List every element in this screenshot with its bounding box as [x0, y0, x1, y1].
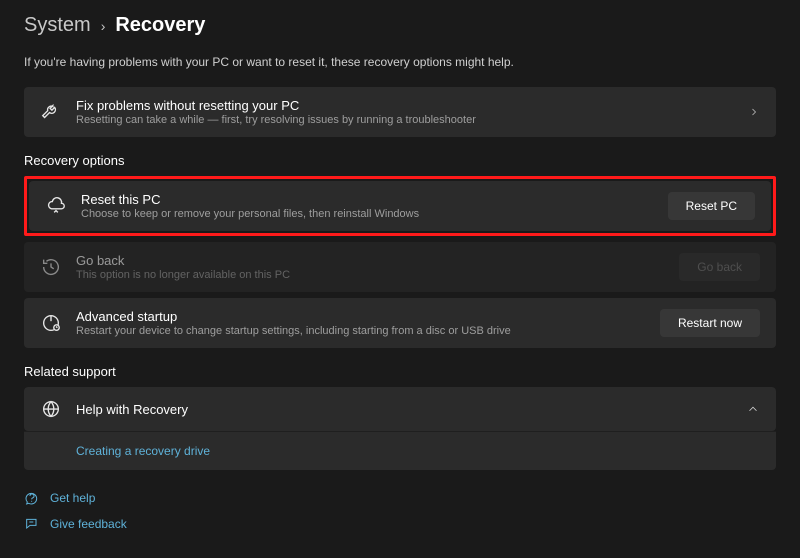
advanced-startup-title: Advanced startup	[76, 309, 660, 324]
help-icon	[24, 490, 40, 506]
breadcrumb-parent[interactable]: System	[24, 14, 91, 37]
intro-text: If you're having problems with your PC o…	[24, 55, 776, 69]
advanced-startup-sub: Restart your device to change startup se…	[76, 325, 660, 337]
feedback-icon	[24, 516, 40, 532]
advanced-startup-card: Advanced startup Restart your device to …	[24, 298, 776, 348]
get-help-link[interactable]: Get help	[24, 490, 776, 506]
fix-problems-card[interactable]: Fix problems without resetting your PC R…	[24, 87, 776, 137]
chevron-right-icon	[748, 106, 760, 118]
page-title: Recovery	[115, 14, 205, 37]
go-back-title: Go back	[76, 253, 679, 268]
reset-pc-button[interactable]: Reset PC	[668, 192, 755, 220]
help-recovery-expanded: Creating a recovery drive	[24, 431, 776, 470]
creating-recovery-drive-link[interactable]: Creating a recovery drive	[76, 444, 210, 458]
breadcrumb: System › Recovery	[24, 14, 776, 37]
help-with-recovery-title: Help with Recovery	[76, 402, 746, 417]
power-settings-icon	[40, 312, 62, 334]
history-icon	[40, 256, 62, 278]
fix-problems-title: Fix problems without resetting your PC	[76, 98, 748, 113]
give-feedback-label: Give feedback	[50, 517, 127, 531]
get-help-label: Get help	[50, 491, 95, 505]
globe-icon	[40, 398, 62, 420]
go-back-button: Go back	[679, 253, 760, 281]
give-feedback-link[interactable]: Give feedback	[24, 516, 776, 532]
restart-now-button[interactable]: Restart now	[660, 309, 760, 337]
reset-pc-card: Reset this PC Choose to keep or remove y…	[29, 181, 771, 231]
highlight-annotation: Reset this PC Choose to keep or remove y…	[24, 176, 776, 236]
help-with-recovery-card[interactable]: Help with Recovery	[24, 387, 776, 431]
related-support-heading: Related support	[24, 364, 776, 379]
wrench-icon	[40, 101, 62, 123]
go-back-card: Go back This option is no longer availab…	[24, 242, 776, 292]
reset-pc-sub: Choose to keep or remove your personal f…	[81, 208, 668, 220]
reset-pc-title: Reset this PC	[81, 192, 668, 207]
cloud-reset-icon	[45, 195, 67, 217]
chevron-up-icon	[746, 402, 760, 416]
go-back-sub: This option is no longer available on th…	[76, 269, 679, 281]
fix-problems-sub: Resetting can take a while — first, try …	[76, 114, 748, 126]
chevron-right-icon: ›	[101, 18, 106, 34]
recovery-options-heading: Recovery options	[24, 153, 776, 168]
